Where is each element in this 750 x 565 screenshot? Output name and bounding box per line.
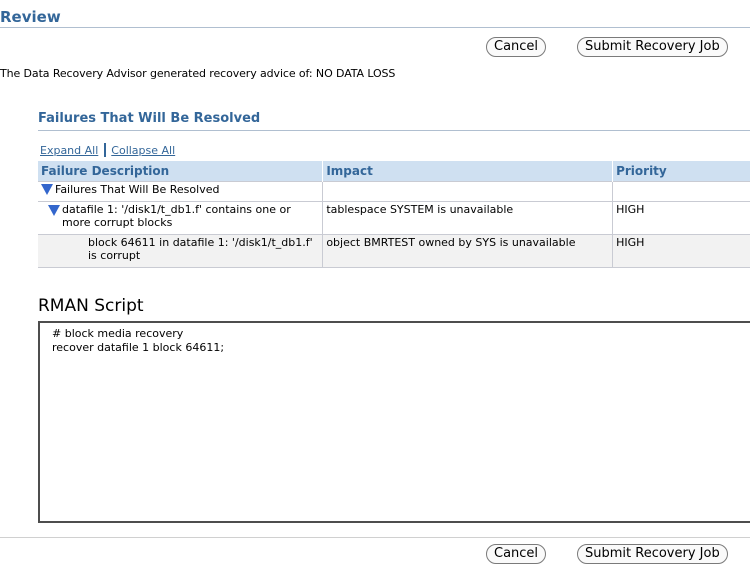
- expand-collapse-links: Expand All Collapse All: [40, 143, 175, 157]
- advice-text: The Data Recovery Advisor generated reco…: [0, 67, 396, 80]
- failures-table: Failure Description Impact Priority Fail…: [38, 161, 750, 268]
- link-separator: [104, 143, 107, 157]
- description-cell: datafile 1: '/disk1/t_db1.f' contains on…: [38, 201, 324, 235]
- impact-cell: object BMRTEST owned by SYS is unavailab…: [322, 234, 614, 268]
- group-label: Failures That Will Be Resolved: [55, 183, 220, 196]
- description-wrapper: datafile 1: '/disk1/t_db1.f' contains on…: [48, 203, 319, 229]
- impact-cell: tablespace SYSTEM is unavailable: [322, 201, 614, 235]
- collapse-all-link[interactable]: Collapse All: [111, 144, 175, 157]
- failure-description: datafile 1: '/disk1/t_db1.f' contains on…: [62, 203, 291, 229]
- column-header-description[interactable]: Failure Description: [38, 161, 324, 182]
- rman-script-title: RMAN Script: [38, 296, 144, 316]
- rman-script-textarea[interactable]: # block media recovery recover datafile …: [38, 321, 750, 523]
- table-row: block 64611 in datafile 1: '/disk1/t_db1…: [38, 234, 750, 268]
- description-cell: block 64611 in datafile 1: '/disk1/t_db1…: [38, 234, 324, 268]
- submit-recovery-job-button-bottom[interactable]: Submit Recovery Job: [577, 544, 728, 564]
- group-impact-cell: [322, 181, 614, 202]
- cancel-button-bottom[interactable]: Cancel: [486, 544, 547, 564]
- collapse-triangle-icon[interactable]: [41, 184, 53, 195]
- column-header-impact[interactable]: Impact: [322, 161, 614, 182]
- column-header-priority[interactable]: Priority: [612, 161, 750, 182]
- cancel-button-top[interactable]: Cancel: [486, 37, 547, 57]
- failures-section-title: Failures That Will Be Resolved: [38, 111, 261, 126]
- title-divider: [0, 27, 750, 28]
- submit-recovery-job-button-top[interactable]: Submit Recovery Job: [577, 37, 728, 57]
- table-row-group: Failures That Will Be Resolved: [38, 181, 750, 202]
- collapse-triangle-icon[interactable]: [48, 205, 60, 216]
- priority-cell: HIGH: [612, 201, 750, 235]
- bottom-divider: [0, 537, 750, 538]
- priority-cell: HIGH: [612, 234, 750, 268]
- expand-all-link[interactable]: Expand All: [40, 144, 98, 157]
- table-header-row: Failure Description Impact Priority: [38, 161, 750, 182]
- section-divider: [38, 130, 750, 131]
- page-title: Review: [0, 8, 61, 26]
- group-priority-cell: [612, 181, 750, 202]
- table-row: datafile 1: '/disk1/t_db1.f' contains on…: [38, 201, 750, 235]
- group-cell: Failures That Will Be Resolved: [38, 181, 324, 202]
